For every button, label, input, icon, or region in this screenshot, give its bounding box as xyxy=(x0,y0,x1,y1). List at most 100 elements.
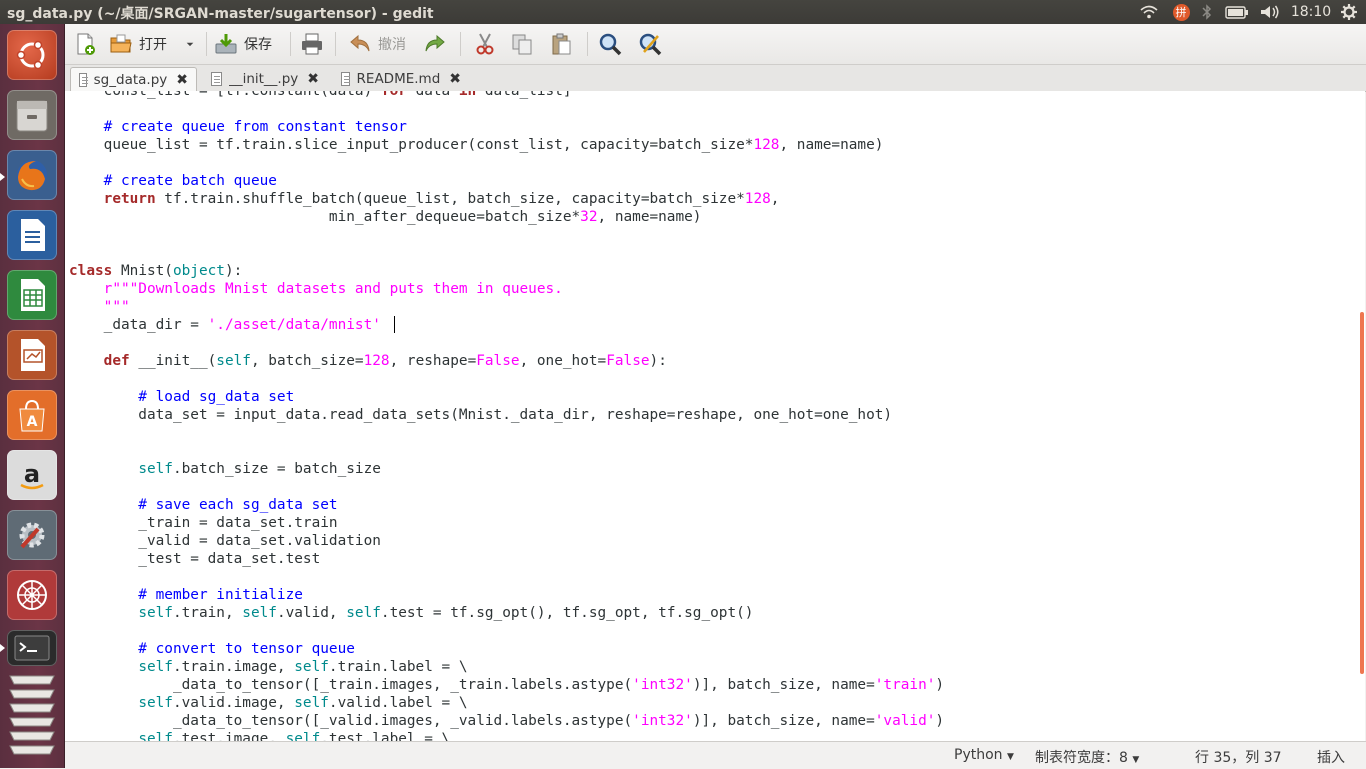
undo-button[interactable]: 撤消 xyxy=(348,28,406,60)
files-icon[interactable] xyxy=(7,90,57,140)
tab-width-selector[interactable]: 制表符宽度：8 ▼ xyxy=(1035,747,1139,767)
code-line: # load sg_data set xyxy=(69,389,295,405)
software-center-icon[interactable]: A xyxy=(7,390,57,440)
impress-icon[interactable] xyxy=(7,330,57,380)
close-icon[interactable]: ✖ xyxy=(176,72,188,88)
svg-text:A: A xyxy=(27,414,38,430)
toolbar-separator xyxy=(206,32,207,56)
code-line: # convert to tensor queue xyxy=(69,641,355,657)
svg-text:a: a xyxy=(24,460,40,488)
copy-icon xyxy=(512,34,532,55)
code-line: # create queue from constant tensor xyxy=(69,119,407,135)
chevron-down-icon: ▼ xyxy=(1006,752,1014,762)
new-document-button[interactable] xyxy=(73,28,97,60)
chevron-down-icon xyxy=(186,42,194,47)
insert-mode: 插入 xyxy=(1317,750,1345,766)
file-icon xyxy=(211,72,223,86)
toolbar: 打开 保存 撤消 xyxy=(65,24,1366,65)
status-bar: Python ▼ 制表符宽度：8 ▼ 行 35，列 37 插入 xyxy=(65,741,1366,769)
code-line: self.test.image, self.test.label = \ xyxy=(138,731,451,741)
find-button[interactable] xyxy=(598,28,622,60)
code-line: _data_dir = './asset/data/mnist' xyxy=(69,317,381,333)
trash-stack-icon[interactable] xyxy=(7,670,57,760)
toolbar-separator xyxy=(587,32,588,56)
code-line: const_list = [tf.constant(data) for data… xyxy=(69,91,572,99)
input-method-label: 拼 xyxy=(1172,3,1190,21)
launcher: A a xyxy=(0,24,65,768)
printer-icon xyxy=(302,33,322,55)
code-line: def __init__(self, batch_size=128, resha… xyxy=(103,353,667,369)
running-indicator xyxy=(0,173,5,181)
redo-button[interactable] xyxy=(423,28,447,60)
code-line: queue_list = tf.train.slice_input_produc… xyxy=(69,137,884,153)
save-label: 保存 xyxy=(244,37,272,53)
code-line: class Mnist(object): xyxy=(69,263,243,279)
toolbar-separator xyxy=(290,32,291,56)
code-line: _valid = data_set.validation xyxy=(69,533,381,549)
code-editor[interactable]: const_list = [tf.constant(data) for data… xyxy=(65,91,1365,741)
text-caret xyxy=(394,316,395,333)
close-icon[interactable]: ✖ xyxy=(449,71,461,87)
file-icon xyxy=(341,72,350,86)
code-line: min_after_dequeue=batch_size*32, name=na… xyxy=(69,209,702,225)
vertical-scrollbar[interactable] xyxy=(1360,312,1364,674)
input-method-icon[interactable]: 拼 xyxy=(1170,3,1192,21)
system-settings-icon[interactable] xyxy=(7,510,57,560)
code-line: self.train, self.valid, self.test = tf.s… xyxy=(138,605,754,621)
writer-icon[interactable] xyxy=(7,210,57,260)
app-web-icon[interactable] xyxy=(7,570,57,620)
wifi-icon[interactable] xyxy=(1138,3,1160,21)
language-selector[interactable]: Python ▼ xyxy=(954,747,1014,763)
open-recent-dropdown[interactable] xyxy=(185,28,195,60)
chevron-down-icon: ▼ xyxy=(1132,755,1140,765)
system-gear-icon[interactable] xyxy=(1338,3,1360,21)
code-line: self.batch_size = batch_size xyxy=(138,461,381,477)
code-line: _data_to_tensor([_valid.images, _valid.l… xyxy=(69,713,945,729)
amazon-icon[interactable]: a xyxy=(7,450,57,500)
tab-readme[interactable]: README.md ✖ xyxy=(333,67,469,91)
tab-init[interactable]: __init__.py ✖ xyxy=(203,67,327,91)
copy-button[interactable] xyxy=(510,28,534,60)
code-line: # member initialize xyxy=(69,587,303,603)
scissors-icon xyxy=(476,33,494,55)
window-title: sg_data.py (~/桌面/SRGAN-master/sugartenso… xyxy=(7,6,434,22)
tab-label: README.md xyxy=(356,71,441,87)
undo-label: 撤消 xyxy=(378,37,406,53)
cursor-position: 行 35，列 37 xyxy=(1195,750,1282,766)
print-button[interactable] xyxy=(300,28,324,60)
code-line: # create batch queue xyxy=(69,173,277,189)
code-line: # save each sg_data set xyxy=(69,497,338,513)
open-button[interactable]: 打开 xyxy=(109,28,167,60)
tab-sg-data[interactable]: sg_data.py ✖ xyxy=(70,67,197,91)
toolbar-separator xyxy=(460,32,461,56)
top-panel: sg_data.py (~/桌面/SRGAN-master/sugartenso… xyxy=(0,0,1366,24)
running-indicator xyxy=(0,644,5,652)
paste-button[interactable] xyxy=(549,28,573,60)
cut-button[interactable] xyxy=(473,28,497,60)
code-line: self.valid.image, self.valid.label = \ xyxy=(138,695,468,711)
file-icon xyxy=(79,72,88,87)
dash-home-icon[interactable] xyxy=(7,30,57,80)
tab-label: __init__.py xyxy=(229,71,299,87)
firefox-icon[interactable] xyxy=(7,150,57,200)
undo-icon xyxy=(350,34,370,52)
tab-bar: sg_data.py ✖ __init__.py ✖ README.md ✖ xyxy=(65,65,1366,92)
code-line: self.train.image, self.train.label = \ xyxy=(138,659,468,675)
terminal-icon[interactable] xyxy=(7,630,57,666)
tab-label: sg_data.py xyxy=(93,71,168,88)
code-line: """ xyxy=(69,299,130,315)
code-line: return tf.train.shuffle_batch(queue_list… xyxy=(103,191,780,207)
battery-icon[interactable] xyxy=(1223,3,1251,21)
close-icon[interactable]: ✖ xyxy=(307,71,319,87)
save-button[interactable]: 保存 xyxy=(214,28,272,60)
search-icon xyxy=(599,33,622,56)
calc-icon[interactable] xyxy=(7,270,57,320)
code-line: data_set = input_data.read_data_sets(Mni… xyxy=(69,407,893,423)
volume-icon[interactable] xyxy=(1258,3,1282,21)
open-label: 打开 xyxy=(139,37,167,53)
code-line: _test = data_set.test xyxy=(69,551,321,567)
bluetooth-icon[interactable] xyxy=(1198,3,1216,21)
code-line: _train = data_set.train xyxy=(69,515,338,531)
replace-button[interactable] xyxy=(638,28,662,60)
clock[interactable]: 18:10 xyxy=(1291,3,1331,21)
